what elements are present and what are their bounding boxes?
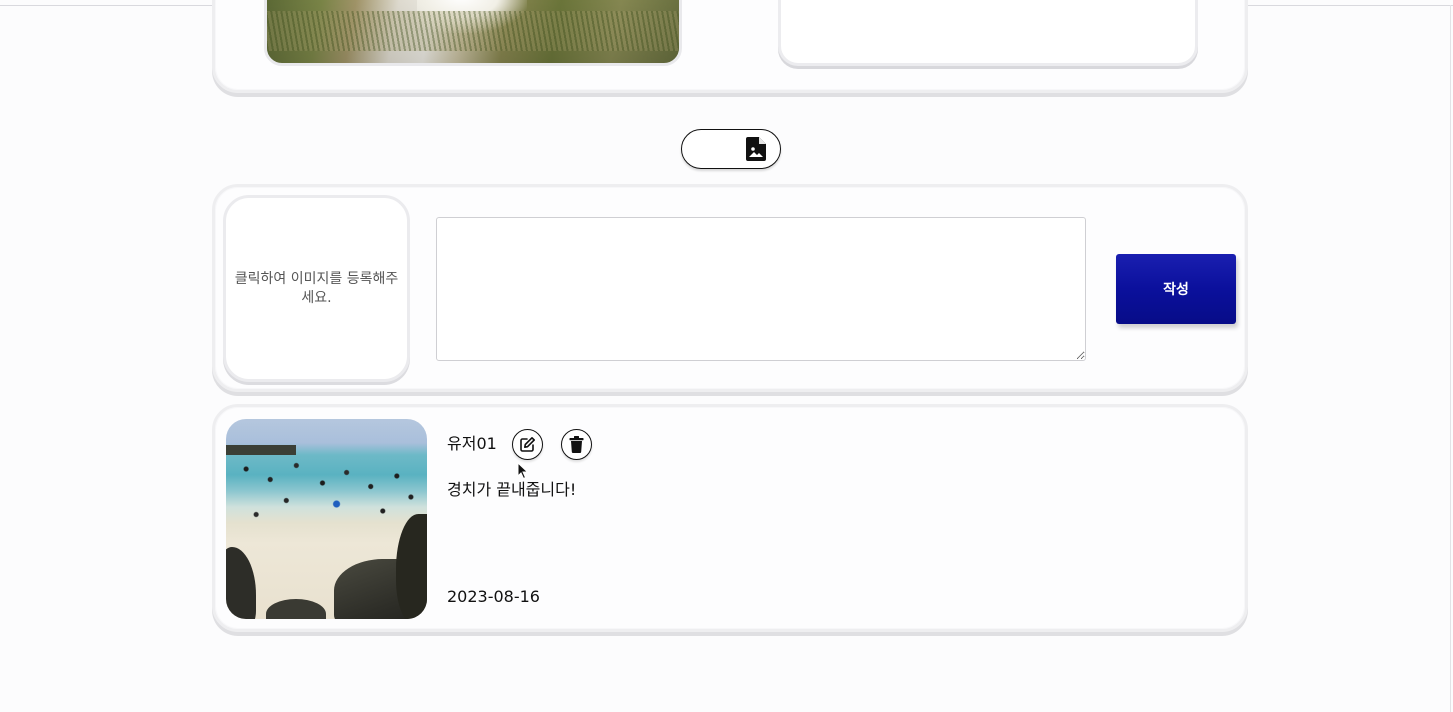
- photo-rock: [266, 599, 326, 619]
- post-content: 경치가 끝내줍니다!: [447, 480, 577, 499]
- photo-rock: [226, 547, 256, 619]
- post-content-input[interactable]: [436, 217, 1086, 361]
- delete-button[interactable]: [561, 429, 592, 460]
- post-photo: [226, 419, 427, 619]
- image-upload-placeholder: 클릭하여 이미지를 등록해주세요.: [234, 270, 399, 306]
- edit-button[interactable]: [512, 429, 543, 460]
- post-date: 2023-08-16: [447, 587, 540, 606]
- attach-image-button[interactable]: [681, 129, 781, 169]
- previous-post-photo: [264, 0, 682, 66]
- trash-icon: [569, 436, 584, 453]
- photo-pier: [226, 445, 296, 455]
- file-image-icon: [746, 137, 766, 161]
- photo-rock: [396, 514, 427, 619]
- photo-beachgoers: [226, 455, 427, 525]
- post-username: 유저01: [447, 434, 497, 453]
- submit-button[interactable]: 작성: [1116, 254, 1236, 324]
- previous-post-content-box: [778, 0, 1198, 66]
- page: 클릭하여 이미지를 등록해주세요. 작성 유저01 경치가 끝내줍니다! 202…: [0, 0, 1453, 712]
- image-upload-area[interactable]: 클릭하여 이미지를 등록해주세요.: [223, 195, 410, 382]
- edit-icon: [520, 437, 535, 452]
- scrollbar-track: [1450, 5, 1451, 712]
